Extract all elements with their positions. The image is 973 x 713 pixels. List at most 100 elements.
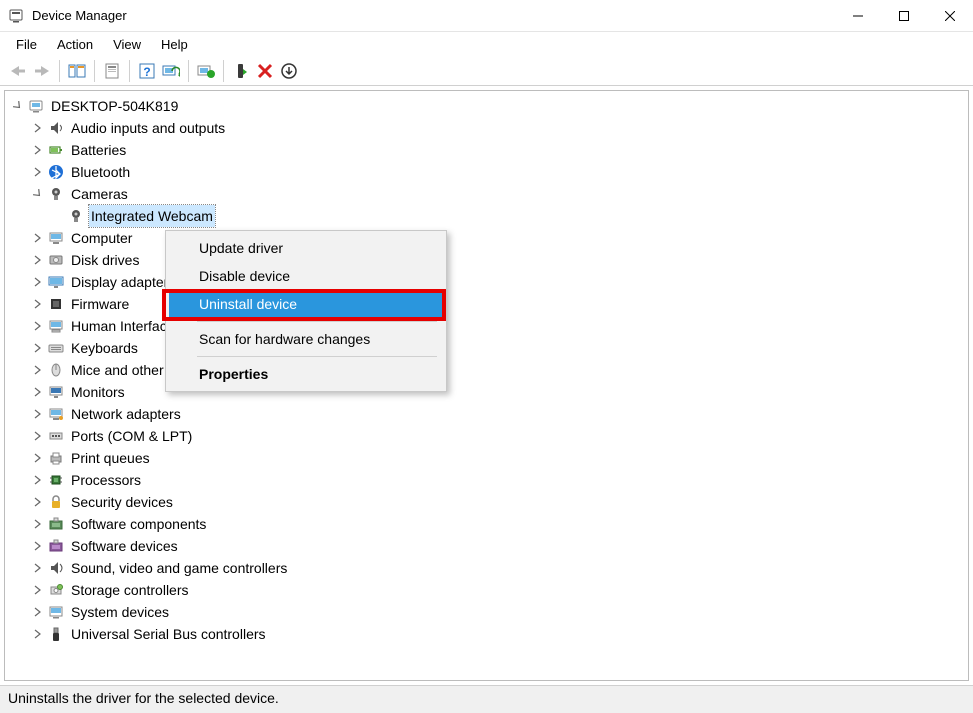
category-printer[interactable]: Print queues [11,447,968,469]
category-firmware[interactable]: Firmware [11,293,968,315]
expand-toggle[interactable] [31,605,45,619]
node-label: DESKTOP-504K819 [49,95,180,117]
category-computer[interactable]: Computer [11,227,968,249]
collapse-toggle[interactable] [11,99,25,113]
node-label: Display adapters [69,271,177,293]
maximize-button[interactable] [881,0,927,32]
port-icon [47,427,65,445]
menu-view[interactable]: View [103,35,151,54]
expand-toggle[interactable] [31,253,45,267]
node-label: Disk drives [69,249,141,271]
device-tree[interactable]: DESKTOP-504K819 Audio inputs and outputs… [4,90,969,681]
expand-toggle[interactable] [31,429,45,443]
expand-toggle[interactable] [31,407,45,421]
expand-toggle[interactable] [31,517,45,531]
category-mouse[interactable]: Mice and other pointing devices [11,359,968,381]
context-menu: Update driver Disable device Uninstall d… [165,230,447,392]
category-system[interactable]: System devices [11,601,968,623]
expand-toggle[interactable] [31,341,45,355]
scan-icon [162,63,180,79]
swdev-icon [47,537,65,555]
node-label: Software components [69,513,208,535]
node-label: Firmware [69,293,131,315]
expand-toggle[interactable] [31,121,45,135]
category-usb[interactable]: Universal Serial Bus controllers [11,623,968,645]
properties-button[interactable] [100,59,124,83]
forward-button[interactable] [30,59,54,83]
menu-help[interactable]: Help [151,35,198,54]
content: DESKTOP-504K819 Audio inputs and outputs… [0,86,973,685]
expand-toggle[interactable] [31,385,45,399]
network-icon [47,405,65,423]
category-keyboard[interactable]: Keyboards [11,337,968,359]
category-port[interactable]: Ports (COM & LPT) [11,425,968,447]
expand-toggle[interactable] [31,561,45,575]
properties-icon [104,63,120,79]
cm-scan-hardware[interactable]: Scan for hardware changes [169,325,443,353]
expand-toggle[interactable] [31,473,45,487]
printer-icon [47,449,65,467]
help-button[interactable]: ? [135,59,159,83]
node-label: Network adapters [69,403,183,425]
enable-device-button[interactable] [229,59,253,83]
menubar: File Action View Help [0,32,973,56]
expand-toggle[interactable] [31,539,45,553]
expand-toggle[interactable] [31,143,45,157]
category-audio[interactable]: Audio inputs and outputs [11,117,968,139]
cm-disable-device[interactable]: Disable device [169,262,443,290]
app-icon [8,8,24,24]
window-title: Device Manager [32,8,127,23]
system-icon [47,603,65,621]
node-label: Sound, video and game controllers [69,557,289,579]
camera-icon [47,185,65,203]
node-label: Security devices [69,491,175,513]
menu-file[interactable]: File [6,35,47,54]
expand-toggle[interactable] [31,583,45,597]
expand-toggle[interactable] [31,165,45,179]
expand-toggle[interactable] [31,627,45,641]
category-storage[interactable]: Storage controllers [11,579,968,601]
expand-toggle[interactable] [31,231,45,245]
bluetooth-icon [47,163,65,181]
mouse-icon [47,361,65,379]
cm-uninstall-device[interactable]: Uninstall device [169,290,443,318]
minimize-button[interactable] [835,0,881,32]
category-display[interactable]: Display adapters [11,271,968,293]
cm-properties[interactable]: Properties [169,360,443,388]
category-security[interactable]: Security devices [11,491,968,513]
category-camera[interactable]: Cameras [11,183,968,205]
back-button[interactable] [6,59,30,83]
category-bluetooth[interactable]: Bluetooth [11,161,968,183]
category-sound[interactable]: Sound, video and game controllers [11,557,968,579]
node-label: Software devices [69,535,180,557]
category-disk[interactable]: Disk drives [11,249,968,271]
computer-icon [27,97,45,115]
show-hide-console-button[interactable] [65,59,89,83]
menu-action[interactable]: Action [47,35,103,54]
update-driver-button[interactable] [194,59,218,83]
category-swdev[interactable]: Software devices [11,535,968,557]
category-battery[interactable]: Batteries [11,139,968,161]
expand-toggle[interactable] [31,495,45,509]
category-monitor[interactable]: Monitors [11,381,968,403]
tree-root[interactable]: DESKTOP-504K819 [11,95,968,117]
category-network[interactable]: Network adapters [11,403,968,425]
toolbar: ? [0,56,973,86]
cm-update-driver[interactable]: Update driver [169,234,443,262]
category-hid[interactable]: Human Interface Devices [11,315,968,337]
collapse-toggle[interactable] [31,187,45,201]
category-cpu[interactable]: Processors [11,469,968,491]
category-swcomp[interactable]: Software components [11,513,968,535]
expand-toggle[interactable] [31,363,45,377]
expand-toggle[interactable] [31,275,45,289]
expand-toggle[interactable] [31,297,45,311]
uninstall-device-button[interactable] [253,59,277,83]
device-item[interactable]: Integrated Webcam [11,205,968,227]
disable-device-button[interactable] [277,59,301,83]
monitor-icon [47,383,65,401]
close-button[interactable] [927,0,973,32]
expand-toggle[interactable] [31,451,45,465]
expand-toggle[interactable] [31,319,45,333]
scan-hardware-button[interactable] [159,59,183,83]
statusbar: Uninstalls the driver for the selected d… [0,685,973,713]
